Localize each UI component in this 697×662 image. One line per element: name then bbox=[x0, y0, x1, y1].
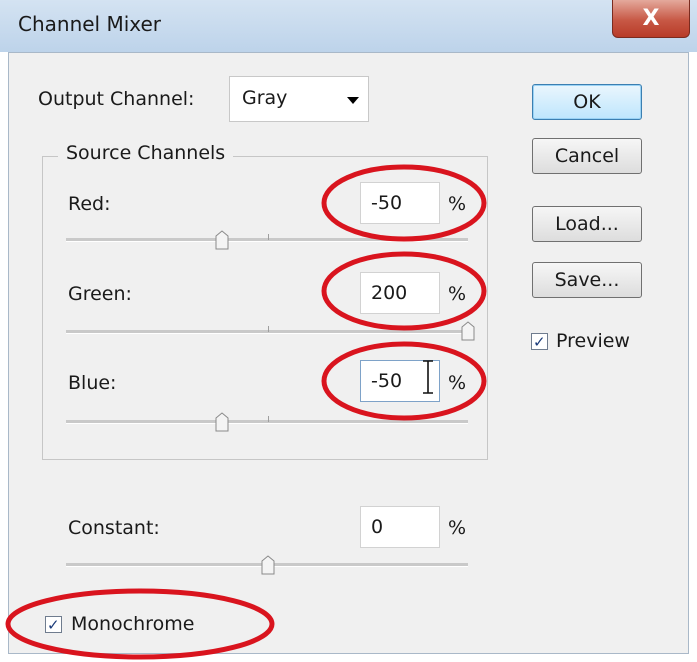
monochrome-label: Monochrome bbox=[71, 613, 195, 635]
red-percent-label: % bbox=[448, 193, 467, 215]
red-label: Red: bbox=[68, 193, 111, 215]
green-value-text: 200 bbox=[371, 282, 408, 304]
blue-slider-thumb[interactable] bbox=[215, 412, 229, 432]
ok-button[interactable]: OK bbox=[532, 84, 642, 120]
checkmark-icon: ✓ bbox=[533, 333, 546, 351]
green-percent-label: % bbox=[448, 283, 467, 305]
load-button[interactable]: Load... bbox=[532, 206, 642, 242]
checkmark-icon: ✓ bbox=[47, 616, 60, 634]
red-value-input[interactable]: -50 bbox=[360, 182, 440, 224]
output-channel-value: Gray bbox=[242, 87, 288, 109]
save-button[interactable]: Save... bbox=[532, 262, 642, 298]
blue-value-text: -50 bbox=[371, 370, 403, 392]
blue-slider-track[interactable] bbox=[66, 420, 468, 424]
constant-label: Constant: bbox=[68, 517, 160, 539]
constant-slider-thumb[interactable] bbox=[261, 555, 275, 575]
close-icon: X bbox=[642, 6, 660, 31]
title-bar: Channel Mixer X bbox=[0, 0, 697, 52]
close-button[interactable]: X bbox=[612, 0, 690, 38]
chevron-down-icon bbox=[347, 97, 359, 104]
window-title: Channel Mixer bbox=[18, 12, 162, 36]
green-value-input[interactable]: 200 bbox=[360, 272, 440, 314]
blue-label: Blue: bbox=[68, 372, 117, 394]
green-slider-thumb[interactable] bbox=[461, 321, 475, 341]
green-slider-track[interactable] bbox=[66, 330, 468, 334]
blue-percent-label: % bbox=[448, 372, 467, 394]
text-cursor-icon bbox=[423, 360, 433, 394]
cancel-button[interactable]: Cancel bbox=[532, 138, 642, 174]
source-channels-title: Source Channels bbox=[58, 142, 234, 164]
red-slider-track[interactable] bbox=[66, 238, 468, 242]
red-value-text: -50 bbox=[371, 192, 403, 214]
blue-slider-center-tick bbox=[268, 416, 269, 422]
preview-checkbox[interactable]: ✓ bbox=[531, 333, 548, 350]
output-channel-label: Output Channel: bbox=[38, 88, 195, 110]
green-label: Green: bbox=[68, 283, 132, 305]
constant-value-input[interactable]: 0 bbox=[360, 506, 440, 548]
output-channel-select[interactable]: Gray bbox=[229, 76, 369, 122]
preview-label: Preview bbox=[556, 330, 630, 352]
constant-percent-label: % bbox=[448, 517, 467, 539]
green-slider-center-tick bbox=[268, 326, 269, 332]
red-slider-thumb[interactable] bbox=[215, 230, 229, 250]
red-slider-center-tick bbox=[268, 234, 269, 240]
constant-value-text: 0 bbox=[371, 516, 384, 538]
monochrome-checkbox[interactable]: ✓ bbox=[45, 616, 62, 633]
